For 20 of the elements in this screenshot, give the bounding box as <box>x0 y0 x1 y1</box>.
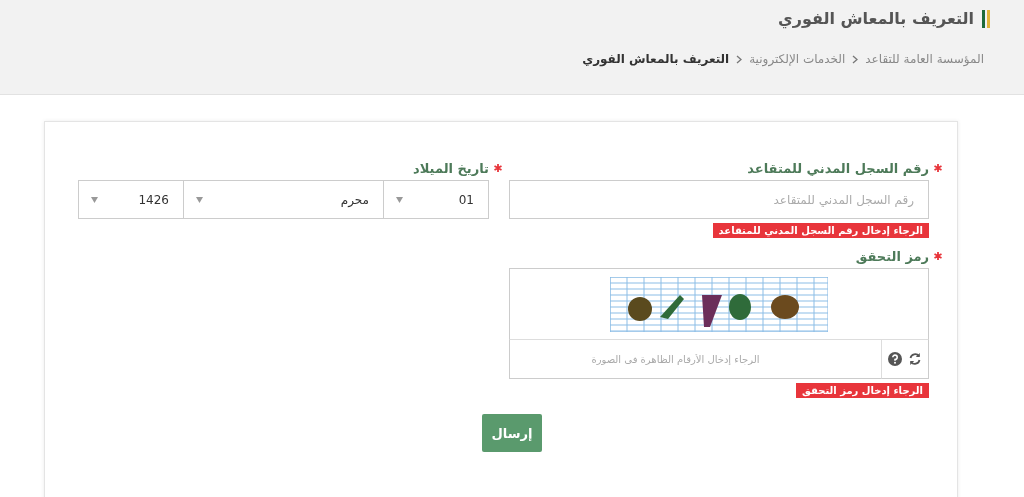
error-message: الرجاء إدخال رقم السجل المدني للمتقاعد <box>712 223 929 238</box>
captcha-field[interactable]: الرجاء إدخال الأرقام الظاهرة في الصورة <box>509 340 881 379</box>
chevron-icon <box>852 54 859 64</box>
civil-id-field[interactable]: رقم السجل المدني للمتقاعد <box>509 180 929 219</box>
dropdown[interactable]: 1426 <box>78 180 183 219</box>
chevron-icon <box>736 54 743 64</box>
refresh-icon[interactable] <box>908 352 922 366</box>
dropdown[interactable]: محرم <box>183 180 383 219</box>
logo-icon <box>982 9 990 28</box>
caret-icon <box>91 196 98 203</box>
dropdown[interactable]: 01 <box>383 180 489 219</box>
help-icon[interactable] <box>888 352 902 366</box>
field-label: رقم السجل المدني للمتقاعد <box>747 160 929 176</box>
field-label: تاريخ الميلاد <box>413 160 489 176</box>
field-label: رمز التحقق <box>855 248 929 264</box>
caret-icon <box>396 196 403 203</box>
breadcrumb-current: التعريف بالمعاش الفوري <box>582 52 730 66</box>
caret-icon <box>196 196 203 203</box>
error-message: الرجاء إدخال رمز التحقق <box>796 383 929 398</box>
page-title: التعريف بالمعاش الفوري <box>778 9 974 28</box>
